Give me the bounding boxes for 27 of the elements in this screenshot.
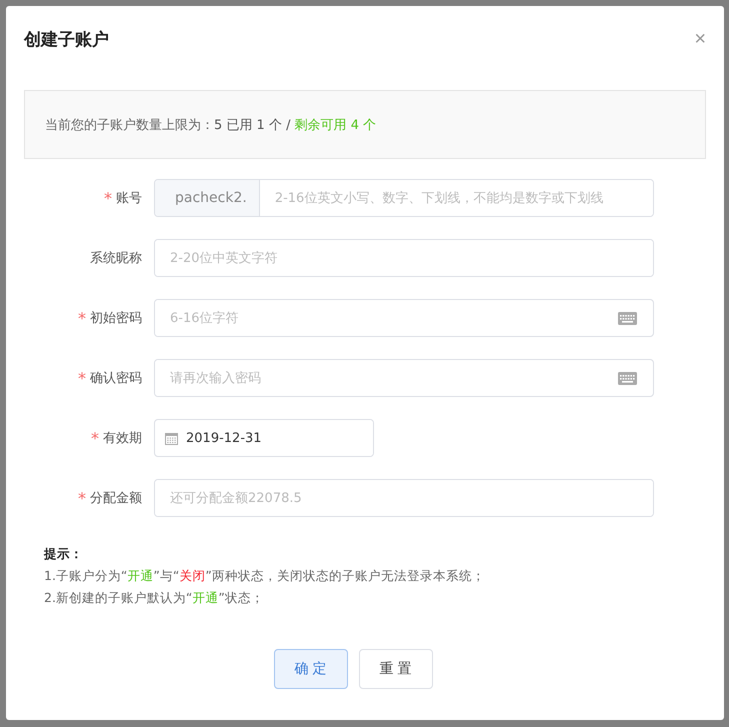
keyboard-icon[interactable]: [618, 312, 637, 324]
field-label: 账号: [116, 190, 142, 207]
date-field[interactable]: 2019-12-31: [154, 419, 374, 457]
input-field[interactable]: 2-20位中英文字符: [154, 239, 654, 277]
required-mark: *: [78, 308, 86, 328]
calendar-icon: [165, 432, 178, 444]
reset-button[interactable]: 重 置: [358, 649, 432, 689]
field-label: 初始密码: [90, 310, 142, 327]
required-mark: *: [104, 188, 112, 208]
close-button[interactable]: ×: [694, 29, 706, 49]
confirm-button[interactable]: 确 定: [274, 649, 348, 689]
quota-text: 当前您的子账户数量上限为：5 已用 1 个 / 剩余可用 4 个: [45, 116, 376, 134]
required-mark: *: [78, 488, 86, 508]
dialog-title: 创建子账户: [24, 28, 109, 50]
tips-title: 提示：: [44, 545, 84, 563]
required-mark: *: [78, 368, 86, 388]
field-label: 确认密码: [90, 370, 142, 387]
keyboard-icon[interactable]: [618, 372, 637, 384]
tip-line: 2.新创建的子账户默认为“开通”状态；: [44, 589, 265, 607]
account-prefix: pacheck2.: [155, 180, 260, 216]
required-mark: *: [91, 428, 99, 448]
tip-line: 1.子账户分为“开通”与“关闭”两种状态，关闭状态的子账户无法登录本系统；: [44, 567, 486, 585]
input-field[interactable]: 还可分配金额22078.5: [154, 479, 654, 517]
field-label: 有效期: [103, 430, 142, 447]
field-label: 系统昵称: [90, 250, 142, 267]
account-field[interactable]: pacheck2. 2-16位英文小写、数字、下划线，不能均是数字或下划线: [154, 179, 654, 217]
field-label: 分配金额: [90, 490, 142, 507]
